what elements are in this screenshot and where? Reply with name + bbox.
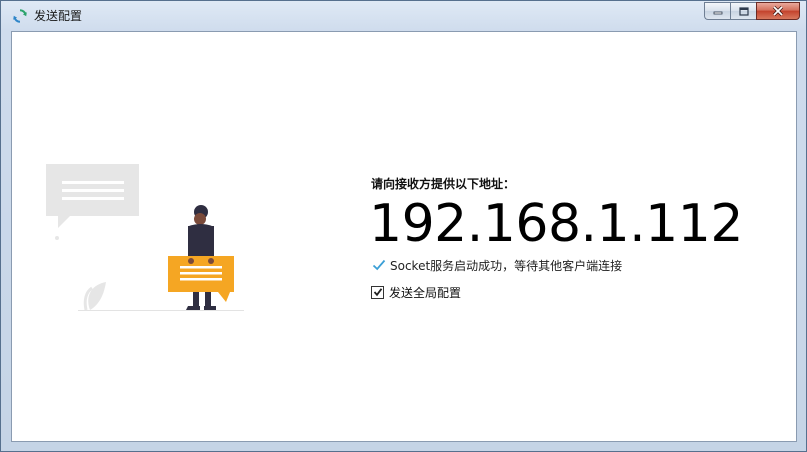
- person-with-chat-bubbles-illustration: [46, 164, 244, 311]
- title-bar[interactable]: 发送配置: [1, 1, 806, 31]
- maximize-button[interactable]: [730, 2, 756, 20]
- checkbox-checkmark-icon: [373, 288, 382, 297]
- close-button[interactable]: [756, 2, 800, 20]
- maximize-icon: [738, 6, 749, 16]
- refresh-sync-icon: [13, 9, 27, 23]
- checkmark-icon: [372, 259, 386, 271]
- ip-address: 192.168.1.112: [369, 194, 743, 254]
- global-config-label[interactable]: 发送全局配置: [389, 284, 461, 301]
- status-text: Socket服务启动成功，等待其他客户端连接: [390, 258, 623, 273]
- global-config-checkbox[interactable]: [371, 285, 384, 299]
- caption-buttons: [704, 2, 800, 21]
- minimize-button[interactable]: [704, 2, 730, 20]
- minimize-icon: [713, 11, 722, 15]
- global-config-option[interactable]: 发送全局配置: [371, 284, 461, 300]
- window-title: 发送配置: [34, 9, 83, 23]
- dialog-window: 发送配置 请向接收方提供以下地址： 192.168.1.112 Socket服务…: [0, 0, 807, 452]
- status-row: Socket服务启动成功，等待其他客户端连接: [372, 257, 622, 273]
- client-area: 请向接收方提供以下地址： 192.168.1.112 Socket服务启动成功，…: [11, 31, 797, 442]
- address-prompt: 请向接收方提供以下地址：: [371, 177, 516, 191]
- close-icon: [772, 6, 784, 16]
